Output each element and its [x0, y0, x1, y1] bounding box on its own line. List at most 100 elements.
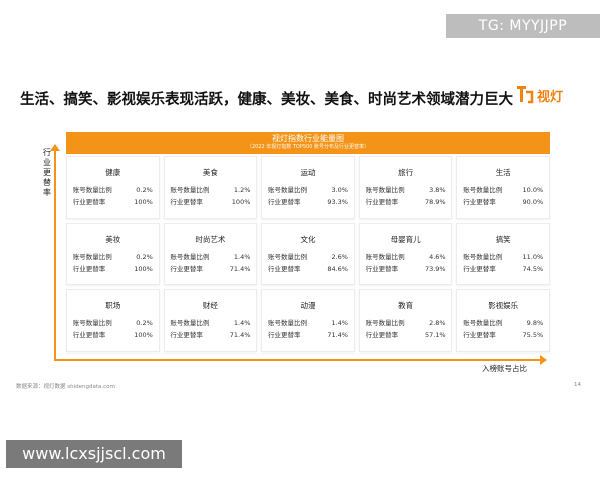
- industry-name: 旅行: [398, 168, 414, 177]
- data-source: 数据来源：视灯数据 shidengdata.com: [16, 384, 115, 390]
- industry-card: 动漫 账号数量比例 1.4% 行业更替率 71.4%: [261, 289, 355, 352]
- metric-value: 11.0%: [522, 252, 544, 261]
- industry-name: 财经: [202, 301, 218, 311]
- metric-value: 3.0%: [331, 186, 348, 194]
- y-axis-label: 行业更替率: [43, 148, 51, 197]
- metric-label: 账号数量比例: [72, 319, 112, 328]
- metric-label: 账号数量比例: [267, 319, 307, 328]
- metric-value: 1.4%: [233, 252, 251, 261]
- industry-card: 影视娱乐账号数量比例 9.8% 行业更替率 75.5%: [456, 289, 550, 352]
- metric-value: 2.8%: [429, 319, 446, 328]
- metric-label: 账号数量比例: [170, 252, 210, 261]
- metric-value: 71.4%: [229, 264, 251, 273]
- metric-label: 账号数量比例: [365, 252, 405, 261]
- metric-label: 账号数量比例: [170, 186, 210, 194]
- industry-name: 美食: [202, 168, 218, 177]
- x-axis: [54, 359, 542, 361]
- metric-label: 账号数量比例: [267, 252, 307, 261]
- metric-label: 行业更替率: [72, 198, 106, 206]
- metric-value: 74.5%: [522, 264, 544, 273]
- metric-value: 0.2%: [136, 186, 153, 194]
- metric-label: 行业更替率: [463, 198, 496, 206]
- watermark-bottom: www.lcxsjjscl.com: [6, 440, 182, 468]
- metric-label: 行业更替率: [267, 264, 301, 273]
- industry-card: 母婴育儿账号数量比例 4.6% 行业更替率 73.9%: [358, 222, 453, 286]
- industry-card: 财经账号数量比例 1.4% 行业更替率 71.4%: [163, 289, 258, 352]
- metric-label: 行业更替率: [170, 331, 203, 340]
- chart-title: 视灯指数行业能量图: [272, 134, 344, 143]
- metric-value: 93.3%: [327, 198, 348, 206]
- industry-name: 教育: [398, 301, 414, 311]
- metric-value: 90.0%: [522, 198, 544, 206]
- industry-card: 生活账号数量比例 10.0% 行业更替率 90.0%: [456, 156, 550, 219]
- industry-card: 搞笑 账号数量比例 11.0% 行业更替率 74.5%: [456, 222, 550, 286]
- metric-label: 行业更替率: [365, 264, 399, 273]
- metric-value: 1.2%: [233, 186, 251, 194]
- industry-card: 运动 账号数量比例 3.0% 行业更替率 93.3%: [261, 156, 355, 219]
- page-number: 14: [574, 382, 581, 388]
- industry-card: 职场 账号数量比例 0.2% 行业更替率 100%: [66, 289, 160, 352]
- logo-text: 视灯: [537, 89, 564, 105]
- chart-subtitle: （2022 年视灯指数 TOP500 账号分布及行业更替率）: [246, 144, 370, 150]
- metric-label: 账号数量比例: [463, 319, 503, 328]
- metric-value: 1.4%: [233, 319, 251, 328]
- metric-label: 账号数量比例: [72, 252, 112, 261]
- metric-label: 行业更替率: [170, 264, 203, 273]
- metric-label: 账号数量比例: [365, 186, 405, 194]
- metric-label: 账号数量比例: [463, 186, 503, 194]
- industry-card: 教育 账号数量比例 2.8% 行业更替率 57.1%: [358, 289, 453, 352]
- x-axis-label: 入榜账号占比: [482, 364, 527, 373]
- metric-label: 账号数量比例: [365, 319, 405, 328]
- metric-label: 行业更替率: [365, 198, 399, 206]
- industry-name: 动漫: [300, 301, 316, 311]
- metric-value: 0.2%: [136, 252, 153, 261]
- x-axis-arrow-icon: [540, 355, 547, 365]
- industry-card: 旅行 账号数量比例 3.8% 行业更替率 78.9%: [358, 156, 453, 219]
- metric-value: 2.6%: [331, 252, 348, 261]
- metric-value: 4.6%: [429, 252, 446, 261]
- industry-card: 时尚艺术账号数量比例 1.4% 行业更替率 71.4%: [163, 222, 258, 286]
- metric-label: 账号数量比例: [170, 319, 210, 328]
- metric-value: 3.8%: [429, 186, 446, 194]
- industry-name: 生活: [495, 168, 511, 177]
- metric-value: 1.4%: [331, 319, 348, 328]
- slide: TG: MYYJJPP 生活、搞笑、影视娱乐表现活跃，健康、美妆、美食、时尚艺术…: [0, 0, 600, 480]
- industry-name: 美妆: [105, 234, 121, 244]
- industry-name: 健康: [105, 168, 121, 177]
- metric-label: 账号数量比例: [463, 252, 503, 261]
- metric-value: 100%: [231, 198, 251, 206]
- metric-label: 行业更替率: [463, 264, 496, 273]
- metric-value: 9.8%: [526, 319, 544, 328]
- metric-value: 71.4%: [229, 331, 251, 340]
- industry-name: 职场: [105, 301, 121, 311]
- page-title: 生活、搞笑、影视娱乐表现活跃，健康、美妆、美食、时尚艺术领域潜力巨大: [20, 92, 513, 108]
- metric-value: 75.5%: [522, 331, 544, 340]
- metric-label: 行业更替率: [463, 331, 496, 340]
- metric-value: 10.0%: [522, 186, 544, 194]
- industry-card: 健康账号数量比例 0.2% 行业更替率 100%: [66, 156, 160, 219]
- industry-name: 母婴育儿: [390, 234, 421, 244]
- metric-value: 84.6%: [327, 264, 348, 273]
- industry-name: 影视娱乐: [488, 301, 519, 311]
- metric-value: 100%: [134, 264, 153, 273]
- metric-value: 73.9%: [424, 264, 446, 273]
- industry-name: 文化: [300, 234, 316, 244]
- metric-value: 100%: [134, 198, 153, 206]
- chart-title-bar: 视灯指数行业能量图 （2022 年视灯指数 TOP500 账号分布及行业更替率）: [66, 132, 550, 154]
- industry-name: 时尚艺术: [195, 234, 226, 244]
- watermark-top: TG: MYYJJPP: [446, 14, 600, 38]
- y-axis: [54, 150, 56, 360]
- industry-card: 美妆账号数量比例 0.2% 行业更替率 100%: [66, 222, 160, 286]
- metric-label: 账号数量比例: [267, 186, 307, 194]
- metric-label: 行业更替率: [365, 331, 399, 340]
- metric-label: 行业更替率: [72, 264, 106, 273]
- industry-card: 文化账号数量比例 2.6% 行业更替率 84.6%: [261, 222, 355, 286]
- metric-label: 行业更替率: [72, 331, 106, 340]
- logo-icon: [516, 84, 534, 106]
- metric-value: 0.2%: [136, 319, 153, 328]
- metric-value: 71.4%: [327, 331, 348, 340]
- brand-logo: 视灯: [516, 84, 563, 106]
- metric-label: 行业更替率: [170, 198, 203, 206]
- metric-label: 账号数量比例: [72, 186, 112, 194]
- industry-grid: 健康账号数量比例 0.2% 行业更替率 100% 美食账号数量比例 1.2% 行业更替率 1…: [66, 156, 550, 352]
